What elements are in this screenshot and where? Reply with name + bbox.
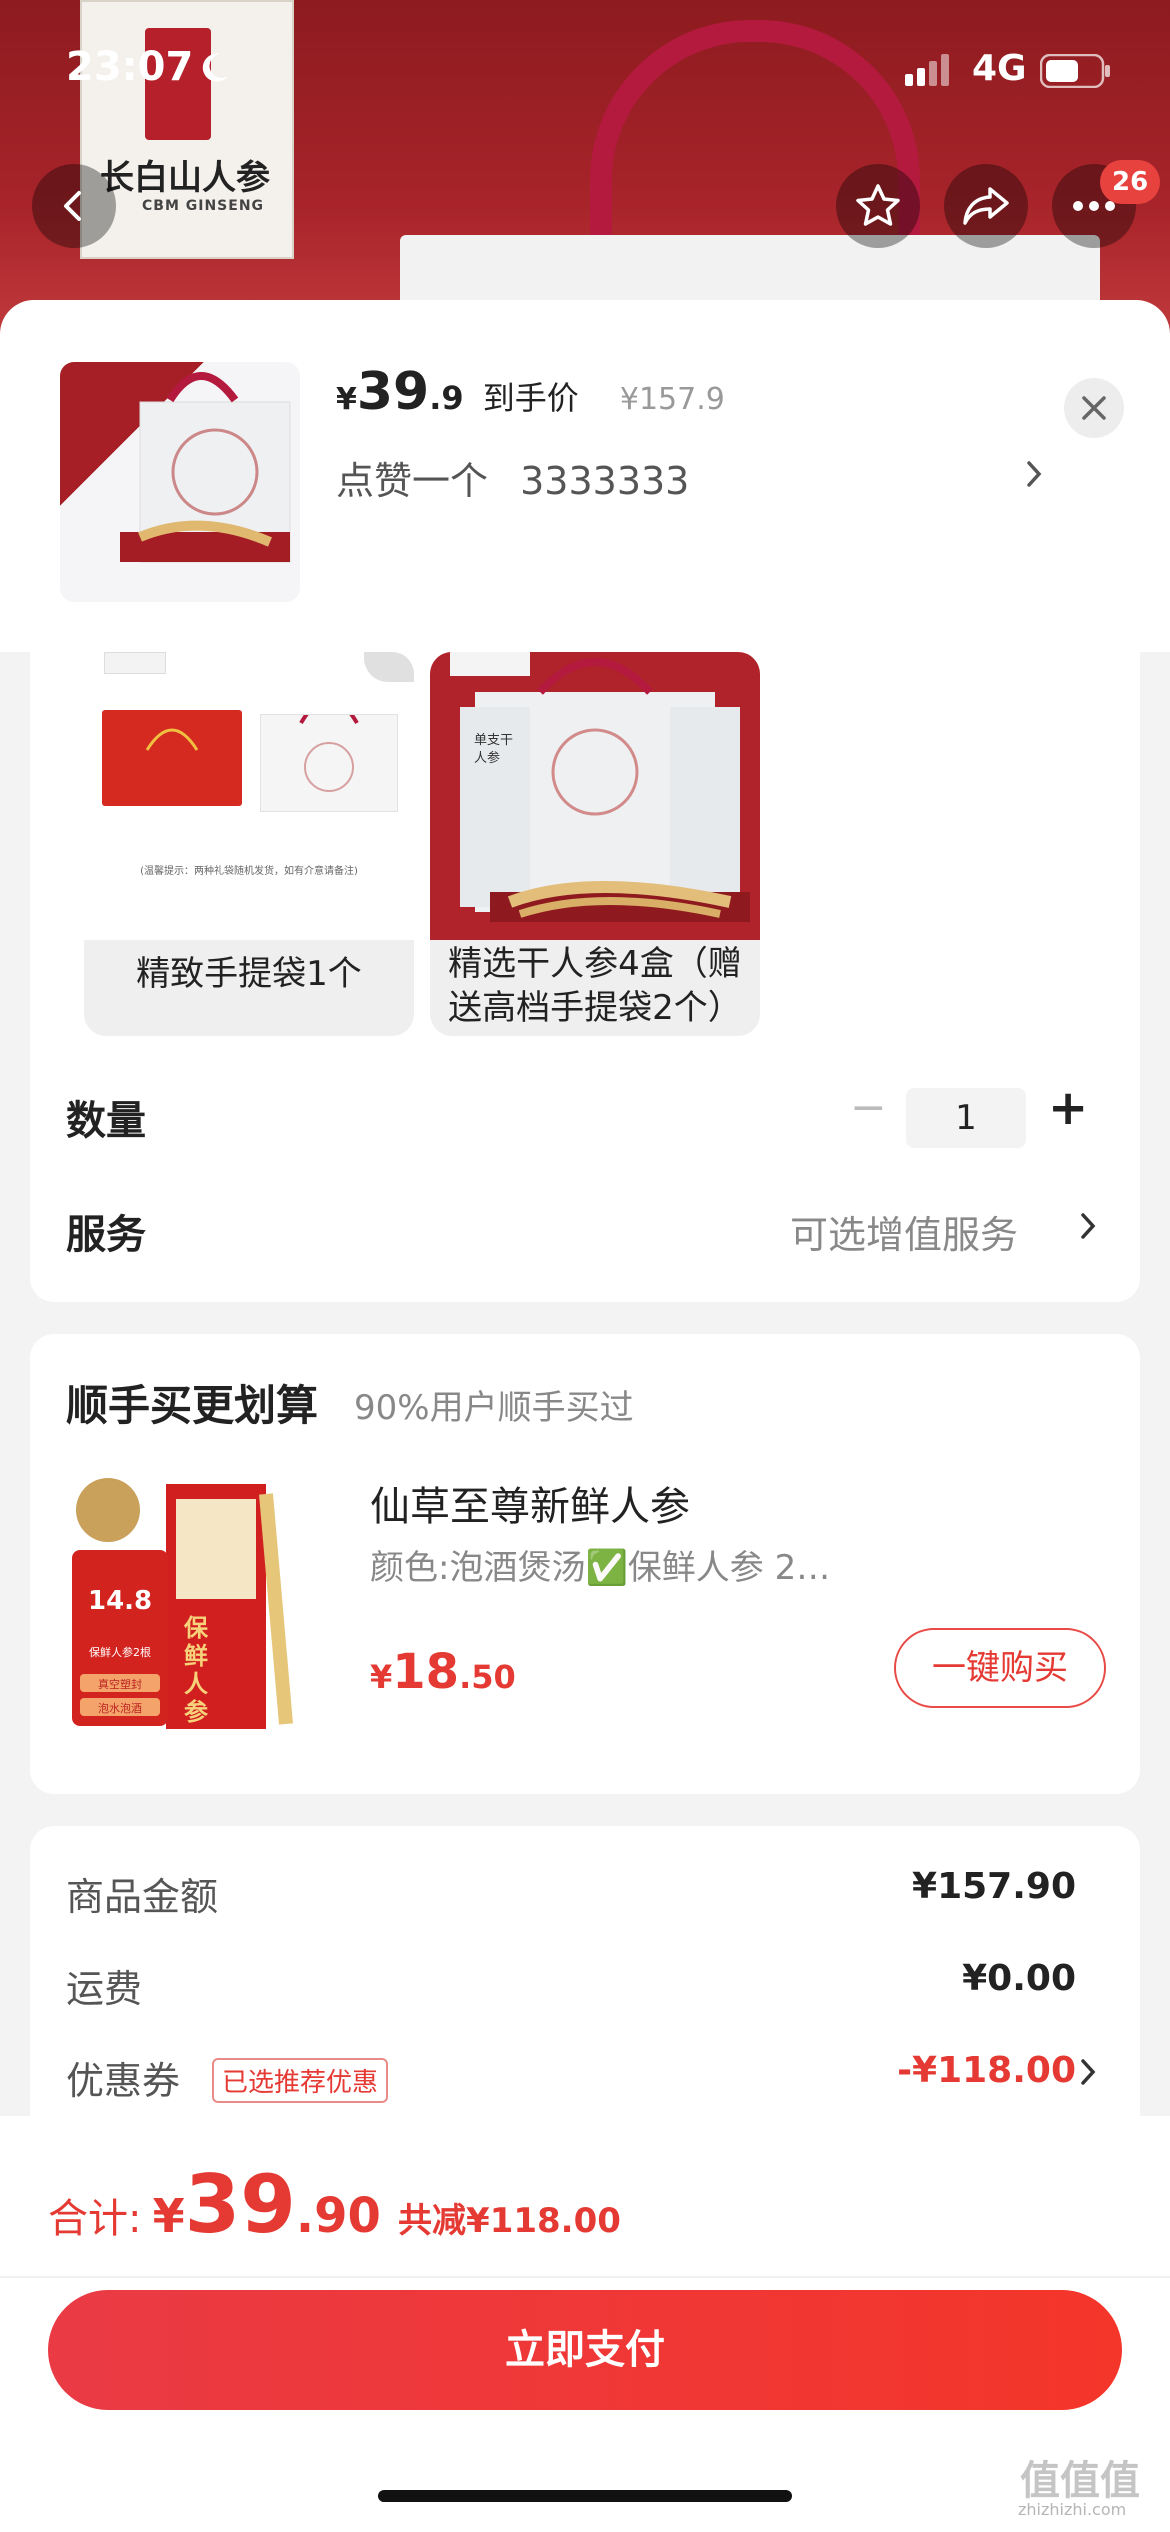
divider — [0, 2276, 1170, 2278]
price-decimal: .9 — [429, 379, 464, 417]
quantity-plus-button[interactable]: + — [1048, 1080, 1088, 1136]
chevron-right-icon[interactable] — [1078, 1210, 1098, 1246]
brand-name-cn: 长白山人参 — [100, 158, 270, 198]
total-integer: 39 — [184, 2158, 296, 2251]
price-decimal: .50 — [459, 1658, 516, 1696]
quantity-label: 数量 — [66, 1098, 146, 1144]
box-text: 单支干人参 — [474, 733, 514, 766]
variant-label: 精致手提袋1个 — [136, 954, 362, 994]
recommend-product-spec: 颜色:泡酒煲汤✅保鲜人参 2… — [370, 1548, 831, 1588]
brand-tag — [104, 652, 166, 674]
chevron-right-icon[interactable] — [1024, 458, 1044, 494]
summary-label: 商品金额 — [66, 1875, 219, 1919]
service-value[interactable]: 可选增值服务 — [790, 1204, 1018, 1259]
cart-count-badge: 26 — [1100, 160, 1161, 204]
total-saved: 共减¥118.00 — [398, 2201, 621, 2241]
promo-label: 点赞一个 — [336, 459, 489, 503]
summary-value: ¥0.00 — [962, 1958, 1076, 1999]
total-row: 合计: ¥39.90 共减¥118.00 — [48, 2158, 621, 2251]
chevron-right-icon[interactable] — [1078, 2056, 1098, 2092]
white-bag — [260, 697, 398, 812]
watermark-url: zhizhizhi.com — [1018, 2500, 1127, 2519]
summary-value: ¥157.90 — [912, 1866, 1076, 1907]
recommend-image-tag: 泡水泡酒 — [98, 1702, 142, 1715]
sku-sheet-header: ¥39.9 到手价 ¥157.9 点赞一个 3333333 — [0, 300, 1170, 652]
quantity-input[interactable]: 1 — [906, 1088, 1026, 1148]
recommend-title: 顺手买更划算 — [66, 1381, 319, 1430]
promo-row[interactable]: 点赞一个 3333333 — [336, 450, 689, 505]
watermark-logo: 值值值 — [1020, 2458, 1140, 2504]
brand-name-en: CBM GINSENG — [142, 198, 265, 214]
service-label: 服务 — [66, 1212, 146, 1258]
variant-option[interactable]: 单支干人参 精选干人参4盒（赠送高档手提袋2个） — [430, 652, 760, 1036]
options-card: (温馨提示：两种礼袋随机发货，如有介意请备注) 精致手提袋1个 单支干人参 精选… — [30, 652, 1140, 1302]
recommend-image-tag: 保鲜人参2根 — [89, 1646, 151, 1659]
one-click-buy-button[interactable]: 一键购买 — [894, 1628, 1106, 1708]
selected-product-thumbnail — [60, 362, 300, 602]
signal-icon — [905, 54, 949, 90]
star-icon — [856, 184, 900, 226]
expand-icon[interactable] — [364, 652, 414, 682]
moon-icon — [196, 50, 232, 90]
total-decimal: .90 — [295, 2188, 381, 2244]
recommend-image-price: 14.8 — [88, 1586, 153, 1616]
pay-now-button[interactable]: 立即支付 — [48, 2290, 1122, 2410]
red-bag — [102, 710, 242, 806]
close-icon — [1082, 396, 1106, 420]
coupon-label: 优惠券 — [66, 2059, 181, 2103]
variant-option[interactable]: (温馨提示：两种礼袋随机发货，如有介意请备注) 精致手提袋1个 — [84, 652, 414, 1036]
price-integer: 39 — [356, 362, 430, 422]
variant-note: (温馨提示：两种礼袋随机发货，如有介意请备注) — [140, 866, 358, 877]
price-symbol: ¥ — [370, 1658, 393, 1696]
recommend-image-title: 保鲜人参 — [184, 1614, 208, 1726]
share-button[interactable] — [944, 164, 1028, 248]
back-button[interactable] — [32, 164, 116, 248]
original-price: ¥157.9 — [619, 382, 725, 417]
quantity-minus-button[interactable]: − — [850, 1082, 887, 1133]
recommend-image-tag: 真空塑封 — [98, 1678, 142, 1691]
total-label: 合计: — [48, 2196, 142, 2242]
coupon-value[interactable]: -¥118.00 — [866, 2050, 1076, 2091]
favorite-button[interactable] — [836, 164, 920, 248]
price-symbol: ¥ — [336, 382, 357, 417]
variant-image: 单支干人参 — [430, 652, 760, 940]
close-button[interactable] — [1064, 378, 1124, 438]
recommend-price: ¥18.50 — [370, 1644, 516, 1700]
more-dots-icon — [1073, 201, 1115, 211]
battery-icon — [1039, 53, 1112, 92]
price-label: 到手价 — [482, 379, 579, 417]
variant-label: 精选干人参4盒（赠送高档手提袋2个） — [448, 944, 742, 1028]
chevron-left-icon — [64, 191, 81, 221]
recommend-product-name[interactable]: 仙草至尊新鲜人参 — [370, 1474, 690, 1532]
share-icon — [963, 187, 1009, 225]
price-integer: 18 — [392, 1644, 460, 1700]
coupon-tag: 已选推荐优惠 — [212, 2058, 389, 2103]
promo-value: 3333333 — [520, 459, 690, 503]
total-symbol: ¥ — [152, 2189, 185, 2243]
status-time: 23:07 — [66, 44, 194, 90]
home-indicator — [378, 2490, 792, 2502]
variant-image: (温馨提示：两种礼袋随机发货，如有介意请备注) — [84, 652, 414, 940]
summary-label: 运费 — [66, 1967, 143, 2011]
price-row: ¥39.9 到手价 ¥157.9 — [336, 362, 725, 422]
recommend-card: 顺手买更划算 90%用户顺手买过 14.8 保鲜人参2根 真空塑封 泡水泡酒 保… — [30, 1334, 1140, 1794]
recommend-product-image[interactable]: 14.8 保鲜人参2根 真空塑封 泡水泡酒 保鲜人参 — [66, 1474, 336, 1744]
price-summary-card: 商品金额 ¥157.90 运费 ¥0.00 优惠券 已选推荐优惠 -¥118.0… — [30, 1826, 1140, 2146]
network-label: 4G — [972, 48, 1027, 89]
recommend-subtitle: 90%用户顺手买过 — [354, 1388, 634, 1428]
